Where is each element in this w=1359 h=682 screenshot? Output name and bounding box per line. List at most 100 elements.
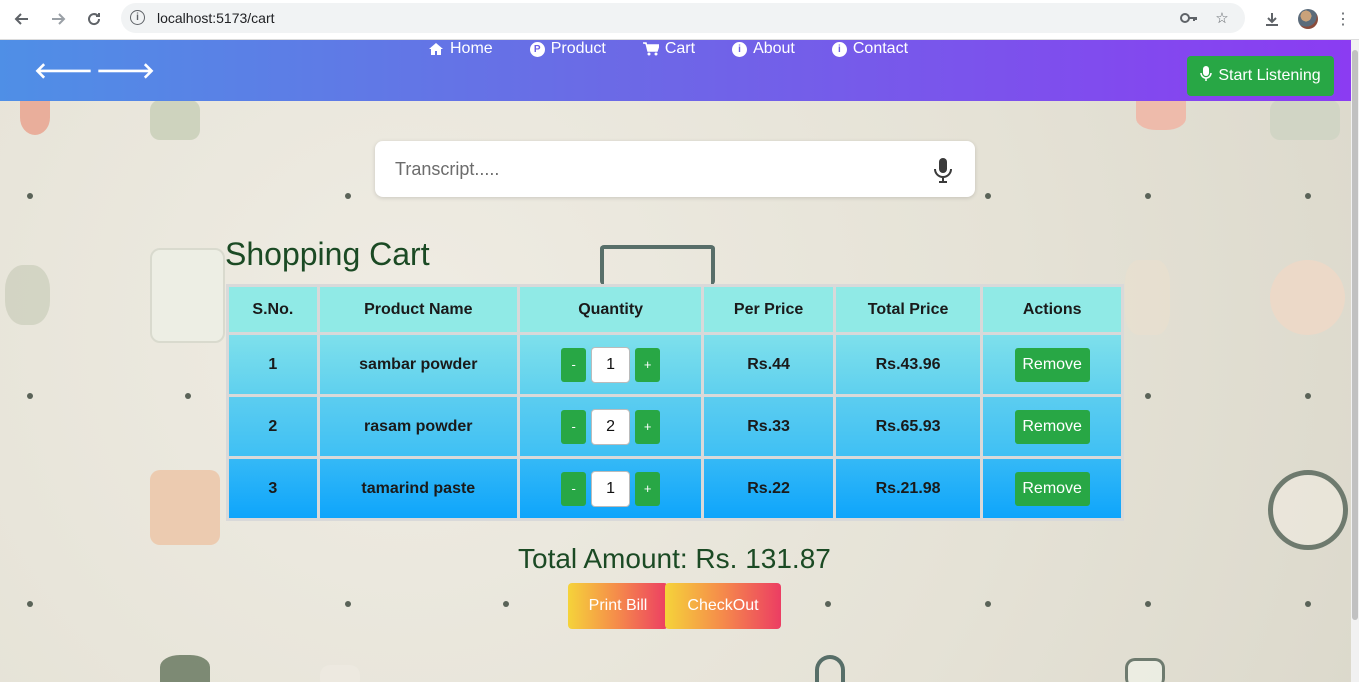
nav-link-cart[interactable]: Cart xyxy=(642,40,696,58)
decor-dot xyxy=(1145,393,1151,399)
info-icon: i xyxy=(831,41,847,57)
row-per-price: Rs.33 xyxy=(704,397,833,456)
print-bill-button[interactable]: Print Bill xyxy=(568,583,668,629)
download-icon[interactable] xyxy=(1259,6,1285,32)
start-listening-label: Start Listening xyxy=(1218,67,1321,84)
table-row: 3 tamarind paste - 1 + Rs.22 Rs.21.98 Re… xyxy=(229,459,1121,518)
row-total-price: Rs.43.96 xyxy=(835,335,981,394)
nav-link-label: Cart xyxy=(664,40,696,57)
decor-dot xyxy=(1305,601,1311,607)
grocery-illustration xyxy=(150,470,220,545)
page-scrollbar[interactable] xyxy=(1351,40,1359,682)
row-product-name: tamarind paste xyxy=(319,459,517,518)
cart-table: S.No. Product Name Quantity Per Price To… xyxy=(226,284,1124,521)
nav-link-label: Product xyxy=(550,40,606,57)
decor-dot xyxy=(985,193,991,199)
shopping-list-illustration xyxy=(150,248,225,343)
reload-icon[interactable] xyxy=(82,7,106,31)
decor-dot xyxy=(1305,393,1311,399)
column-header: Total Price xyxy=(835,287,981,332)
start-listening-button[interactable]: Start Listening xyxy=(1187,56,1334,96)
nav-link-label: About xyxy=(753,40,795,57)
url-text[interactable]: localhost:5173/cart xyxy=(157,10,275,26)
forward-icon[interactable] xyxy=(46,7,70,31)
remove-button[interactable]: Remove xyxy=(1014,409,1090,444)
decor-dot xyxy=(27,193,33,199)
profile-avatar[interactable] xyxy=(1298,9,1318,29)
decor-dot xyxy=(1305,193,1311,199)
row-actions: Remove xyxy=(983,459,1121,518)
scrollbar-thumb[interactable] xyxy=(1352,50,1358,620)
password-key-icon[interactable] xyxy=(1178,7,1200,29)
bag-illustration xyxy=(815,655,845,682)
decor-dot xyxy=(503,601,509,607)
increment-button[interactable]: + xyxy=(635,409,661,444)
row-per-price: Rs.22 xyxy=(704,459,833,518)
nav-link-home[interactable]: Home xyxy=(428,40,493,58)
column-header: Product Name xyxy=(319,287,517,332)
column-header: Per Price xyxy=(704,287,833,332)
nav-forward-arrow-icon[interactable]: 🡒 xyxy=(96,58,155,84)
product-icon: P xyxy=(529,41,545,57)
row-product-name: sambar powder xyxy=(319,335,517,394)
transcript-input[interactable] xyxy=(395,155,915,183)
plant-illustration xyxy=(160,655,210,682)
quantity-value[interactable]: 1 xyxy=(591,470,631,507)
cart-icon xyxy=(642,41,659,57)
remove-button[interactable]: Remove xyxy=(1014,347,1090,382)
browser-toolbar: i localhost:5173/cart ☆ ⋮ xyxy=(0,0,1359,40)
increment-button[interactable]: + xyxy=(635,347,661,382)
quantity-value[interactable]: 2 xyxy=(591,408,631,445)
table-row: 2 rasam powder - 2 + Rs.33 Rs.65.93 Remo… xyxy=(229,397,1121,456)
column-header: Actions xyxy=(983,287,1121,332)
decrement-button[interactable]: - xyxy=(561,471,587,506)
back-icon[interactable] xyxy=(10,7,34,31)
decor-dot xyxy=(345,601,351,607)
nav-link-label: Home xyxy=(450,40,493,57)
grocery-illustration xyxy=(1125,260,1170,335)
address-bar[interactable]: i localhost:5173/cart ☆ xyxy=(121,3,1245,33)
row-total-price: Rs.65.93 xyxy=(835,397,981,456)
grocery-illustration xyxy=(1270,100,1340,140)
bag-illustration xyxy=(320,665,360,682)
remove-button[interactable]: Remove xyxy=(1014,471,1090,506)
app-navbar: 🡐 🡒 Home P Product Cart i About i Contac… xyxy=(0,40,1351,101)
row-actions: Remove xyxy=(983,335,1121,394)
row-sno: 2 xyxy=(229,397,317,456)
row-sno: 1 xyxy=(229,335,317,394)
menu-kebab-icon[interactable]: ⋮ xyxy=(1330,6,1356,32)
row-product-name: rasam powder xyxy=(319,397,517,456)
nav-link-product[interactable]: P Product xyxy=(529,40,606,58)
column-header: S.No. xyxy=(229,287,317,332)
row-actions: Remove xyxy=(983,397,1121,456)
site-info-icon[interactable]: i xyxy=(130,10,145,25)
nav-link-contact[interactable]: i Contact xyxy=(831,40,909,58)
microphone-icon[interactable] xyxy=(933,158,953,189)
increment-button[interactable]: + xyxy=(635,471,661,506)
nav-link-label: Contact xyxy=(852,40,909,57)
grocery-illustration xyxy=(20,100,50,135)
row-per-price: Rs.44 xyxy=(704,335,833,394)
table-row: 1 sambar powder - 1 + Rs.44 Rs.43.96 Rem… xyxy=(229,335,1121,394)
nav-links: Home P Product Cart i About i Contact xyxy=(428,40,945,58)
checkout-button[interactable]: CheckOut xyxy=(665,583,781,629)
microphone-icon xyxy=(1200,65,1213,87)
grocery-illustration xyxy=(150,100,200,140)
page-title: Shopping Cart xyxy=(225,236,430,272)
decrement-button[interactable]: - xyxy=(561,409,587,444)
home-icon xyxy=(428,41,444,57)
grocery-illustration xyxy=(1136,100,1186,130)
cart-actions: Print Bill CheckOut xyxy=(568,583,781,629)
nav-back-arrow-icon[interactable]: 🡐 xyxy=(34,58,93,84)
table-header-row: S.No. Product Name Quantity Per Price To… xyxy=(229,287,1121,332)
row-sno: 3 xyxy=(229,459,317,518)
grocery-illustration xyxy=(1268,470,1348,550)
decrement-button[interactable]: - xyxy=(561,347,587,382)
row-total-price: Rs.21.98 xyxy=(835,459,981,518)
bookmark-star-icon[interactable]: ☆ xyxy=(1211,7,1233,29)
quantity-value[interactable]: 1 xyxy=(591,346,631,383)
column-header: Quantity xyxy=(519,287,702,332)
decor-dot xyxy=(1145,193,1151,199)
nav-link-about[interactable]: i About xyxy=(732,40,795,58)
total-amount: Total Amount: Rs. 131.87 xyxy=(518,543,831,574)
